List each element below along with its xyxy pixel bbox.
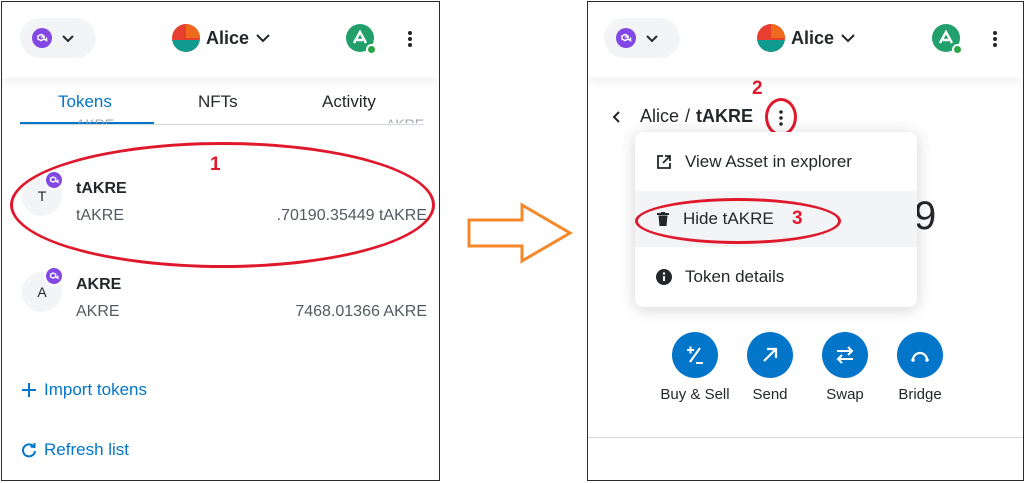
tab-activity[interactable]: Activity [322, 92, 376, 112]
annotation-ellipse-token-row [10, 142, 435, 268]
token-list-screenshot: Alice Tokens NFTs Activity AKRE AKRE T t… [1, 1, 440, 481]
tab-tokens[interactable]: Tokens [58, 92, 112, 112]
token-row-akre[interactable]: A AKRE AKRE 7468.01366 AKRE [2, 266, 439, 346]
account-menu[interactable]: Alice [757, 22, 856, 54]
menu-item-label: Token details [685, 267, 785, 286]
kebab-menu-icon[interactable] [985, 28, 1005, 50]
send-button[interactable]: Send [730, 332, 810, 403]
breadcrumb-account: Alice [640, 106, 680, 126]
annotation-step-1: 1 [210, 154, 221, 175]
import-tokens-label: Import tokens [44, 380, 147, 399]
flow-arrow-icon [467, 202, 573, 264]
account-menu[interactable]: Alice [172, 22, 271, 54]
wallet-header: Alice [588, 2, 1023, 78]
network-selector[interactable] [20, 18, 96, 58]
account-name: Alice [791, 27, 835, 48]
account-name: Alice [206, 27, 250, 48]
token-name: AKRE [76, 276, 122, 293]
chevron-down-icon [646, 35, 658, 43]
action-label: Send [752, 386, 788, 403]
bridge-icon [911, 351, 929, 362]
menu-item-token-details[interactable]: Token details [635, 249, 917, 305]
wallet-header: Alice [2, 2, 439, 78]
balance-partial: 9 [914, 194, 937, 238]
network-selector[interactable] [604, 18, 680, 58]
arrow-up-right-icon [763, 347, 778, 362]
polygon-icon [32, 28, 52, 48]
kebab-menu-icon[interactable] [400, 28, 420, 50]
menu-item-label: View Asset in explorer [685, 152, 852, 171]
tab-nfts[interactable]: NFTs [198, 92, 238, 112]
annotation-step-3: 3 [792, 208, 803, 229]
back-chevron-icon[interactable] [610, 110, 624, 124]
section-divider [588, 437, 1023, 438]
connected-site-icon[interactable] [346, 24, 377, 55]
tabs-divider [20, 124, 424, 125]
account-avatar [172, 24, 200, 52]
breadcrumb-separator: / [685, 106, 691, 126]
account-avatar [757, 24, 785, 52]
connection-status-dot [952, 44, 963, 55]
polygon-icon [44, 266, 64, 286]
menu-item-view-explorer[interactable]: View Asset in explorer [635, 134, 917, 190]
annotation-ellipse-kebab [765, 98, 797, 136]
token-balance: 7468.01366 AKRE [295, 303, 427, 320]
info-icon [656, 269, 672, 285]
refresh-list-link[interactable]: Refresh list [20, 440, 129, 460]
plus-icon [22, 383, 36, 397]
chevron-down-icon [62, 35, 74, 43]
swap-arrows-icon [836, 346, 854, 364]
external-link-icon [657, 155, 671, 169]
plus-minus-icon [687, 346, 703, 364]
refresh-icon [22, 443, 36, 458]
asset-details-screenshot: Alice Alice / tAKRE 9 View Asset in expl… [587, 1, 1024, 481]
action-label: Bridge [898, 386, 942, 403]
connection-status-dot [366, 44, 377, 55]
asset-tabs: Tokens NFTs Activity [2, 86, 439, 126]
action-label: Swap [826, 386, 864, 403]
buy-sell-button[interactable]: Buy & Sell [655, 332, 735, 403]
annotation-ellipse-hide [635, 198, 841, 244]
asset-breadcrumb: Alice / tAKRE [610, 106, 753, 127]
chevron-down-icon [256, 34, 270, 43]
chevron-down-icon [841, 34, 855, 43]
action-label: Buy & Sell [660, 386, 730, 403]
breadcrumb-token: tAKRE [696, 106, 754, 126]
polygon-icon [616, 28, 636, 48]
refresh-list-label: Refresh list [44, 440, 130, 459]
annotation-step-2: 2 [752, 78, 763, 99]
swap-button[interactable]: Swap [805, 332, 885, 403]
connected-site-icon[interactable] [932, 24, 963, 55]
bridge-button[interactable]: Bridge [880, 332, 960, 403]
token-symbol: AKRE [76, 303, 120, 320]
import-tokens-link[interactable]: Import tokens [20, 380, 147, 400]
asset-actions: Buy & Sell Send Swap Bridge [588, 332, 1023, 412]
